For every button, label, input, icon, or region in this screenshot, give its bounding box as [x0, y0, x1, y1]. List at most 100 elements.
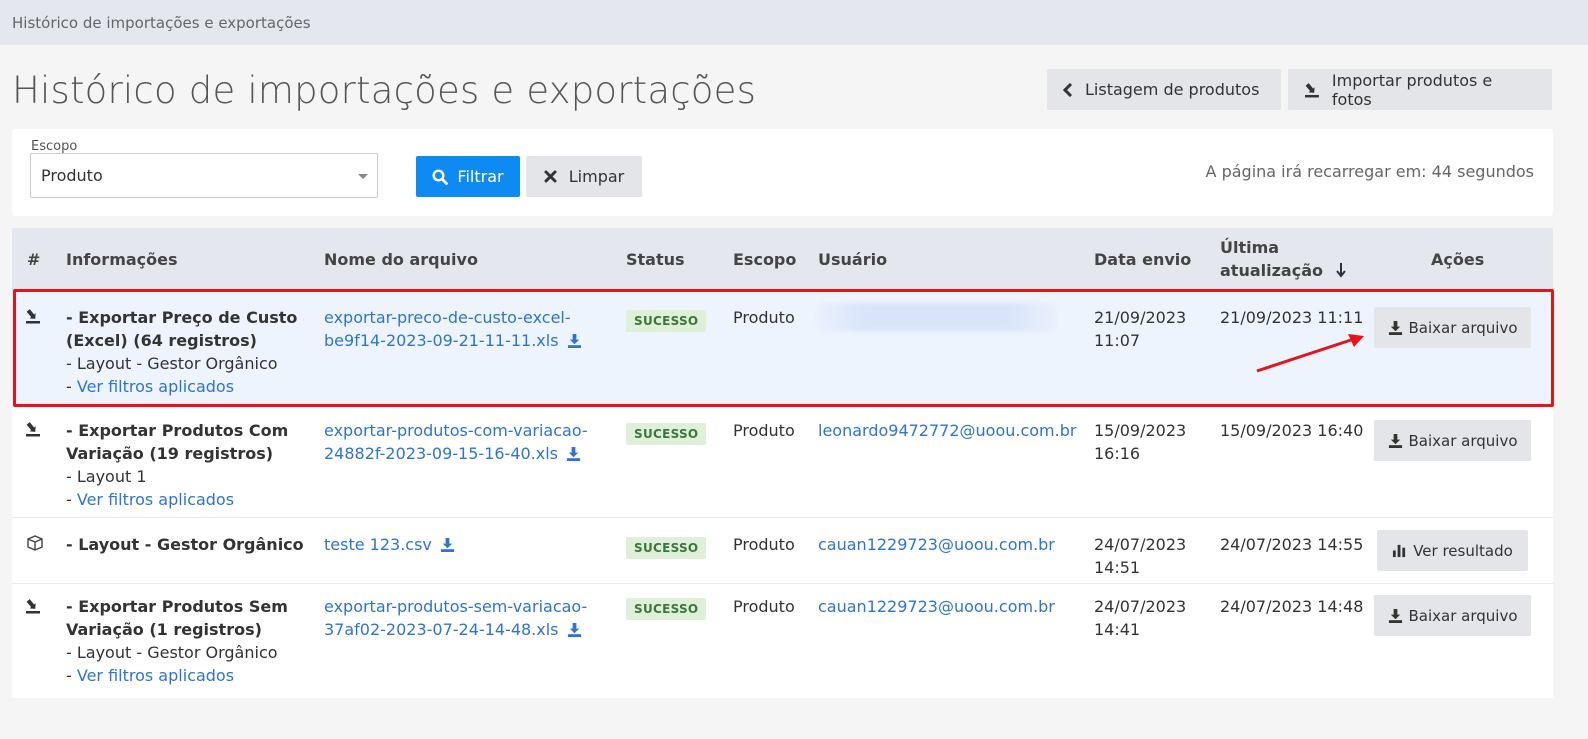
- product-list-button[interactable]: Listagem de produtos: [1047, 69, 1281, 110]
- row-layout: - Layout 1: [66, 467, 147, 486]
- page-header: Histórico de importações e exportações L…: [0, 45, 1588, 129]
- chevron-left-icon: [1063, 82, 1073, 97]
- file-link[interactable]: exportar-produtos-sem-variacao- 37af02-2…: [324, 595, 614, 641]
- row-updated: 24/07/2023 14:48: [1220, 597, 1364, 616]
- row-info: - Exportar Produtos Com Variação (19 reg…: [66, 419, 316, 511]
- file-name-line2: 24882f-2023-09-15-16-40.xls: [324, 444, 559, 463]
- row-sent: 24/07/2023 14:51: [1094, 533, 1186, 579]
- row-updated: 24/07/2023 14:55: [1220, 535, 1364, 554]
- view-filters-link[interactable]: Ver filtros aplicados: [77, 666, 234, 685]
- row-filters: - Ver filtros aplicados: [66, 488, 316, 511]
- column-user: Usuário: [818, 250, 888, 269]
- export-icon: [26, 599, 40, 614]
- table-row: - Layout - Gestor Orgânico teste 123.csv…: [12, 518, 1553, 584]
- annotation-arrow-icon: [1256, 334, 1364, 373]
- column-scope: Escopo: [733, 250, 797, 269]
- download-icon: [1388, 320, 1402, 335]
- redacted-user-blur: [817, 303, 1057, 331]
- file-name-line2: 37af02-2023-07-24-14-48.xls: [324, 620, 559, 639]
- row-sent: 21/09/2023 11:07: [1094, 306, 1186, 352]
- download-icon: [1388, 608, 1402, 623]
- caret-down-icon: [358, 174, 368, 179]
- view-filters-link[interactable]: Ver filtros aplicados: [77, 377, 234, 396]
- import-icon: [1304, 82, 1319, 97]
- sent-time: 11:07: [1094, 331, 1141, 350]
- import-products-button[interactable]: Importar produtos e fotos: [1288, 69, 1552, 110]
- column-file: Nome do arquivo: [324, 250, 478, 269]
- history-table: # Informações Nome do arquivo Status Esc…: [12, 228, 1553, 698]
- download-file-label: Baixar arquivo: [1408, 318, 1518, 337]
- close-icon: [544, 170, 557, 183]
- download-file-button[interactable]: Baixar arquivo: [1374, 307, 1531, 348]
- status-badge: SUCESSO: [626, 537, 707, 559]
- column-updated-line2: atualização: [1220, 261, 1323, 280]
- row-title-line2: Variação (19 registros): [66, 444, 274, 463]
- row-title-line1: - Exportar Produtos Com: [66, 421, 289, 440]
- breadcrumb-text: Histórico de importações e exportações: [12, 13, 311, 32]
- row-sent: 24/07/2023 14:41: [1094, 595, 1186, 641]
- user-email[interactable]: cauan1229723@uoou.com.br: [818, 533, 1055, 556]
- row-filters-prefix: -: [66, 490, 77, 509]
- file-name-line2: be9f14-2023-09-21-11-11.xls: [324, 331, 559, 350]
- sent-date: 24/07/2023: [1094, 535, 1187, 554]
- view-filters-link[interactable]: Ver filtros aplicados: [77, 490, 234, 509]
- row-title-line1: - Exportar Preço de Custo: [66, 308, 298, 327]
- row-info: - Exportar Preço de Custo (Excel) (64 re…: [66, 306, 316, 398]
- download-file-label: Baixar arquivo: [1408, 431, 1518, 450]
- status-badge: SUCESSO: [626, 310, 707, 332]
- filter-panel: Escopo Produto Filtrar Limpar A página i…: [12, 129, 1553, 216]
- filter-button[interactable]: Filtrar: [416, 156, 520, 197]
- export-icon: [26, 309, 40, 324]
- scope-select[interactable]: Produto: [30, 153, 378, 198]
- download-file-button[interactable]: Baixar arquivo: [1374, 595, 1531, 636]
- download-file-label: Baixar arquivo: [1408, 606, 1518, 625]
- row-title-line2: Variação (1 registros): [66, 620, 262, 639]
- clear-button[interactable]: Limpar: [526, 156, 642, 197]
- file-name-line1: exportar-produtos-com-variacao-: [324, 421, 588, 440]
- download-icon: [1388, 433, 1402, 448]
- table-header: # Informações Nome do arquivo Status Esc…: [12, 228, 1553, 291]
- table-row: - Exportar Produtos Com Variação (19 reg…: [12, 404, 1553, 518]
- column-updated-sortable[interactable]: atualização: [1220, 261, 1347, 280]
- file-name-line1: exportar-produtos-sem-variacao-: [324, 597, 588, 616]
- file-link[interactable]: teste 123.csv: [324, 533, 455, 556]
- scope-value: Produto: [41, 166, 103, 185]
- row-scope: Produto: [733, 597, 795, 616]
- row-filters-prefix: -: [66, 377, 77, 396]
- sent-date: 15/09/2023: [1094, 421, 1187, 440]
- download-icon: [567, 622, 581, 637]
- row-scope: Produto: [733, 535, 795, 554]
- sent-time: 16:16: [1094, 444, 1141, 463]
- column-sent: Data envio: [1094, 250, 1192, 269]
- row-layout: - Layout - Gestor Orgânico: [66, 354, 278, 373]
- export-icon: [26, 422, 40, 437]
- row-title-line1: - Exportar Produtos Sem: [66, 597, 288, 616]
- sent-time: 14:51: [1094, 558, 1141, 577]
- view-result-label: Ver resultado: [1413, 541, 1513, 560]
- file-name-line1: exportar-preco-de-custo-excel-: [324, 308, 571, 327]
- view-result-button[interactable]: Ver resultado: [1377, 530, 1528, 571]
- table-row: - Exportar Produtos Sem Variação (1 regi…: [12, 584, 1553, 698]
- bar-chart-icon: [1393, 544, 1406, 558]
- download-icon: [567, 446, 581, 461]
- file-link[interactable]: exportar-produtos-com-variacao- 24882f-2…: [324, 419, 614, 465]
- row-updated: 21/09/2023 11:11: [1220, 308, 1364, 327]
- column-index: #: [27, 250, 41, 269]
- download-icon: [567, 333, 581, 348]
- row-sent: 15/09/2023 16:16: [1094, 419, 1186, 465]
- download-file-button[interactable]: Baixar arquivo: [1374, 420, 1531, 461]
- row-title-line1: - Layout - Gestor Orgânico: [66, 535, 304, 554]
- user-email[interactable]: cauan1229723@uoou.com.br: [818, 595, 1055, 618]
- user-email[interactable]: leonardo9472772@uoou.com.br: [818, 419, 1076, 442]
- sent-date: 21/09/2023: [1094, 308, 1187, 327]
- file-link[interactable]: exportar-preco-de-custo-excel- be9f14-20…: [324, 306, 614, 352]
- row-updated: 15/09/2023 16:40: [1220, 421, 1364, 440]
- row-info: - Exportar Produtos Sem Variação (1 regi…: [66, 595, 316, 687]
- status-badge: SUCESSO: [626, 423, 707, 445]
- reload-countdown: A página irá recarregar em: 44 segundos: [1205, 162, 1534, 181]
- import-products-label: Importar produtos e fotos: [1331, 70, 1493, 109]
- row-filters: - Ver filtros aplicados: [66, 375, 316, 398]
- status-badge: SUCESSO: [626, 598, 707, 620]
- sort-down-icon: [1335, 263, 1346, 278]
- row-scope: Produto: [733, 421, 795, 440]
